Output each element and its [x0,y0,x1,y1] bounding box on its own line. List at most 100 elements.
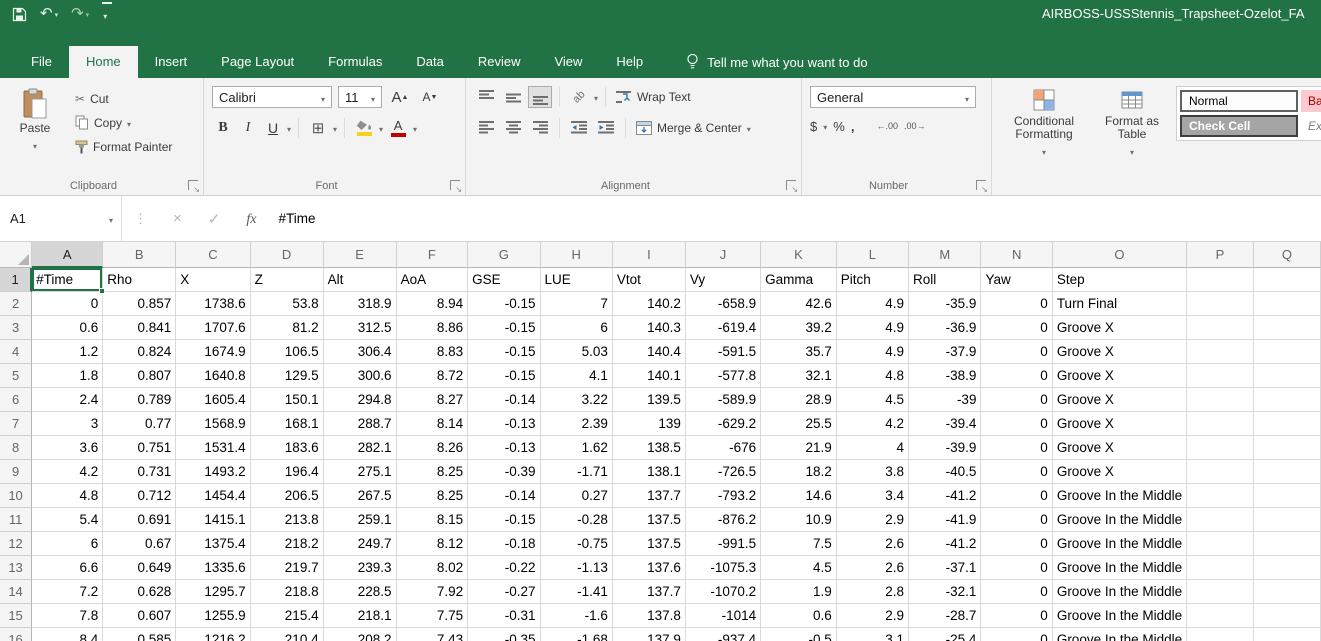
tab-review[interactable]: Review [461,46,538,78]
cell-M5[interactable]: -38.9 [909,364,981,388]
cell-L3[interactable]: 4.9 [837,316,909,340]
cell-E5[interactable]: 300.6 [324,364,397,388]
cell-Q16[interactable] [1254,628,1321,641]
cell-J1[interactable]: Vy [686,268,761,292]
paste-dropdown-icon[interactable] [33,138,37,152]
cell-M3[interactable]: -36.9 [909,316,981,340]
insert-function-button[interactable]: fx [246,210,256,228]
tab-data[interactable]: Data [399,46,460,78]
merge-center-dropdown-icon[interactable] [747,121,751,135]
tell-me-box[interactable]: Tell me what you want to do [676,46,877,78]
cell-N2[interactable]: 0 [981,292,1052,316]
cell-J3[interactable]: -619.4 [686,316,761,340]
cell-G1[interactable]: GSE [468,268,540,292]
cell-D5[interactable]: 129.5 [251,364,324,388]
cell-E2[interactable]: 318.9 [324,292,397,316]
cell-M6[interactable]: -39 [909,388,981,412]
cell-P10[interactable] [1187,484,1254,508]
column-header-B[interactable]: B [103,242,176,268]
cell-Q13[interactable] [1254,556,1321,580]
cell-Q5[interactable] [1254,364,1321,388]
cell-E9[interactable]: 275.1 [324,460,397,484]
cell-H13[interactable]: -1.13 [541,556,613,580]
cell-G6[interactable]: -0.14 [468,388,540,412]
cell-H1[interactable]: LUE [541,268,613,292]
customize-qat-button[interactable] [102,4,112,24]
cell-B8[interactable]: 0.751 [103,436,176,460]
cell-H7[interactable]: 2.39 [541,412,613,436]
cell-H16[interactable]: -1.68 [541,628,613,641]
cell-C9[interactable]: 1493.2 [176,460,250,484]
row-header-15[interactable]: 15 [0,604,32,628]
cell-D2[interactable]: 53.8 [251,292,324,316]
cell-N14[interactable]: 0 [981,580,1052,604]
borders-dropdown-icon[interactable] [333,119,337,137]
cell-H10[interactable]: 0.27 [541,484,613,508]
cell-M16[interactable]: -25.4 [909,628,981,641]
column-header-O[interactable]: O [1053,242,1187,268]
cell-D6[interactable]: 150.1 [251,388,324,412]
row-header-2[interactable]: 2 [0,292,32,316]
cell-I2[interactable]: 140.2 [613,292,686,316]
cell-C12[interactable]: 1375.4 [176,532,250,556]
column-header-P[interactable]: P [1187,242,1254,268]
cell-G4[interactable]: -0.15 [468,340,540,364]
cell-N12[interactable]: 0 [981,532,1052,556]
cell-P16[interactable] [1187,628,1254,641]
cell-G2[interactable]: -0.15 [468,292,540,316]
align-left-button[interactable] [474,117,498,139]
cell-B5[interactable]: 0.807 [103,364,176,388]
cell-A8[interactable]: 3.6 [32,436,103,460]
cell-F9[interactable]: 8.25 [397,460,469,484]
cell-H9[interactable]: -1.71 [541,460,613,484]
cell-L15[interactable]: 2.9 [837,604,909,628]
copy-dropdown-icon[interactable] [127,116,131,130]
cell-C3[interactable]: 1707.6 [176,316,250,340]
cell-F3[interactable]: 8.86 [397,316,469,340]
align-right-button[interactable] [528,117,552,139]
cell-K13[interactable]: 4.5 [761,556,837,580]
cell-K15[interactable]: 0.6 [761,604,837,628]
enter-button[interactable]: ✓ [208,210,221,228]
cell-Q4[interactable] [1254,340,1321,364]
cell-K10[interactable]: 14.6 [761,484,837,508]
cell-K7[interactable]: 25.5 [761,412,837,436]
column-header-C[interactable]: C [176,242,250,268]
cell-L12[interactable]: 2.6 [837,532,909,556]
increase-indent-button[interactable] [594,117,618,139]
cell-style-normal[interactable]: Normal [1180,90,1298,112]
row-header-6[interactable]: 6 [0,388,32,412]
cell-O13[interactable]: Groove In the Middle [1053,556,1187,580]
cell-K5[interactable]: 32.1 [761,364,837,388]
cell-D1[interactable]: Z [251,268,324,292]
cell-E15[interactable]: 218.1 [324,604,397,628]
cell-I15[interactable]: 137.8 [613,604,686,628]
align-middle-button[interactable] [501,86,525,108]
number-format-combo[interactable]: General [810,86,976,108]
decrease-indent-button[interactable] [567,117,591,139]
tab-formulas[interactable]: Formulas [311,46,399,78]
cell-N7[interactable]: 0 [981,412,1052,436]
cell-Q3[interactable] [1254,316,1321,340]
cell-P14[interactable] [1187,580,1254,604]
cell-H15[interactable]: -1.6 [541,604,613,628]
cell-J13[interactable]: -1075.3 [686,556,761,580]
cell-C1[interactable]: X [176,268,250,292]
cell-F7[interactable]: 8.14 [397,412,469,436]
column-header-A[interactable]: A [32,242,103,268]
cell-L8[interactable]: 4 [837,436,909,460]
cell-K14[interactable]: 1.9 [761,580,837,604]
cell-M4[interactable]: -37.9 [909,340,981,364]
cell-F14[interactable]: 7.92 [397,580,469,604]
cell-H3[interactable]: 6 [541,316,613,340]
cell-I5[interactable]: 140.1 [613,364,686,388]
number-dialog-launcher[interactable] [976,180,986,190]
cell-P12[interactable] [1187,532,1254,556]
format-painter-button[interactable]: Format Painter [72,136,175,157]
cell-Q15[interactable] [1254,604,1321,628]
cell-K9[interactable]: 18.2 [761,460,837,484]
column-header-G[interactable]: G [468,242,540,268]
cell-J9[interactable]: -726.5 [686,460,761,484]
cell-Q1[interactable] [1254,268,1321,292]
cell-P11[interactable] [1187,508,1254,532]
